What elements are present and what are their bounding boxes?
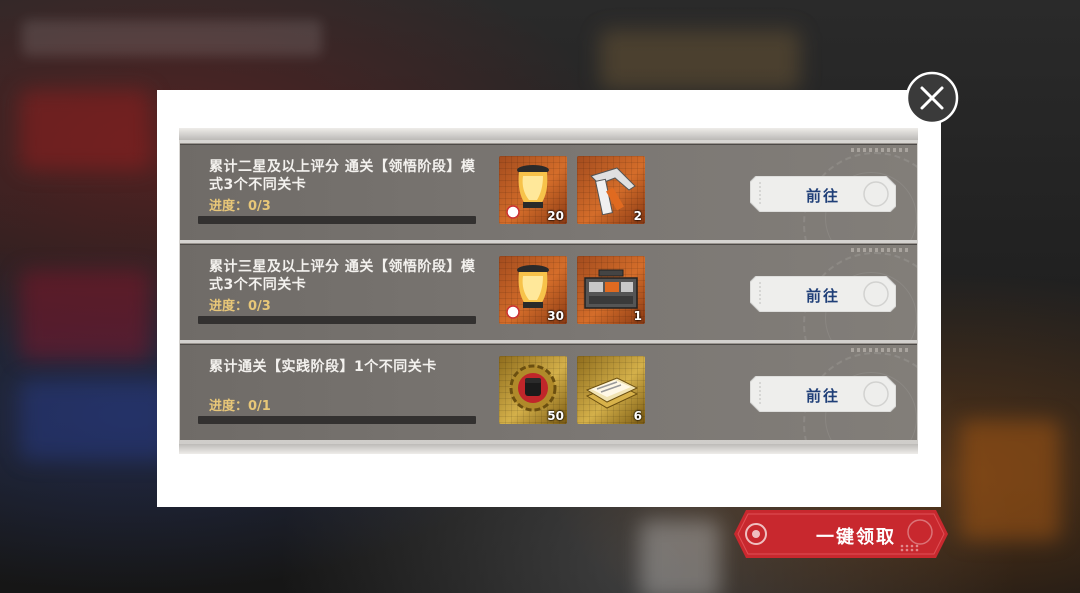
reward-count: 30 xyxy=(547,309,564,323)
reward-item[interactable]: 1 xyxy=(577,256,645,324)
close-button[interactable] xyxy=(905,71,959,125)
task-title: 累计二星及以上评分 通关【领悟阶段】模式3个不同关卡 xyxy=(209,159,476,193)
close-icon xyxy=(905,71,959,125)
task-row-2: 累计三星及以上评分 通关【领悟阶段】模式3个不同关卡 进度：0/3 30 1 前… xyxy=(180,243,917,340)
claim-all-label: 一键领取 xyxy=(816,527,896,548)
claim-all-button[interactable]: 一键领取 xyxy=(734,510,948,558)
task-progress-label: 进度：0/1 xyxy=(209,399,271,414)
reward-count: 2 xyxy=(633,209,642,223)
reward-item[interactable]: 20 xyxy=(499,156,567,224)
go-button[interactable]: 前往 xyxy=(750,176,896,212)
go-button-label: 前往 xyxy=(805,387,840,405)
task-row-1: 累计二星及以上评分 通关【领悟阶段】模式3个不同关卡 进度：0/3 20 2 前… xyxy=(180,143,917,240)
task-progress-bar xyxy=(198,216,476,224)
reward-item[interactable]: 2 xyxy=(577,156,645,224)
task-row-3: 累计通关【实践阶段】1个不同关卡 进度：0/1 50 6 前往 xyxy=(180,343,917,440)
reward-item[interactable]: 50 xyxy=(499,356,567,424)
task-progress-label: 进度：0/3 xyxy=(209,199,271,214)
reward-item[interactable]: 6 xyxy=(577,356,645,424)
go-button[interactable]: 前往 xyxy=(750,276,896,312)
reward-item[interactable]: 30 xyxy=(499,256,567,324)
go-button-label: 前往 xyxy=(805,187,840,205)
task-title: 累计通关【实践阶段】1个不同关卡 xyxy=(209,359,437,375)
task-progress-label: 进度：0/3 xyxy=(209,299,271,314)
task-progress-bar xyxy=(198,416,476,424)
reward-count: 1 xyxy=(633,309,642,323)
reward-count: 6 xyxy=(633,409,642,423)
reward-count: 20 xyxy=(547,209,564,223)
go-button[interactable]: 前往 xyxy=(750,376,896,412)
task-progress-bar xyxy=(198,316,476,324)
task-title: 累计三星及以上评分 通关【领悟阶段】模式3个不同关卡 xyxy=(209,259,476,293)
reward-count: 50 xyxy=(547,409,564,423)
go-button-label: 前往 xyxy=(805,287,840,305)
